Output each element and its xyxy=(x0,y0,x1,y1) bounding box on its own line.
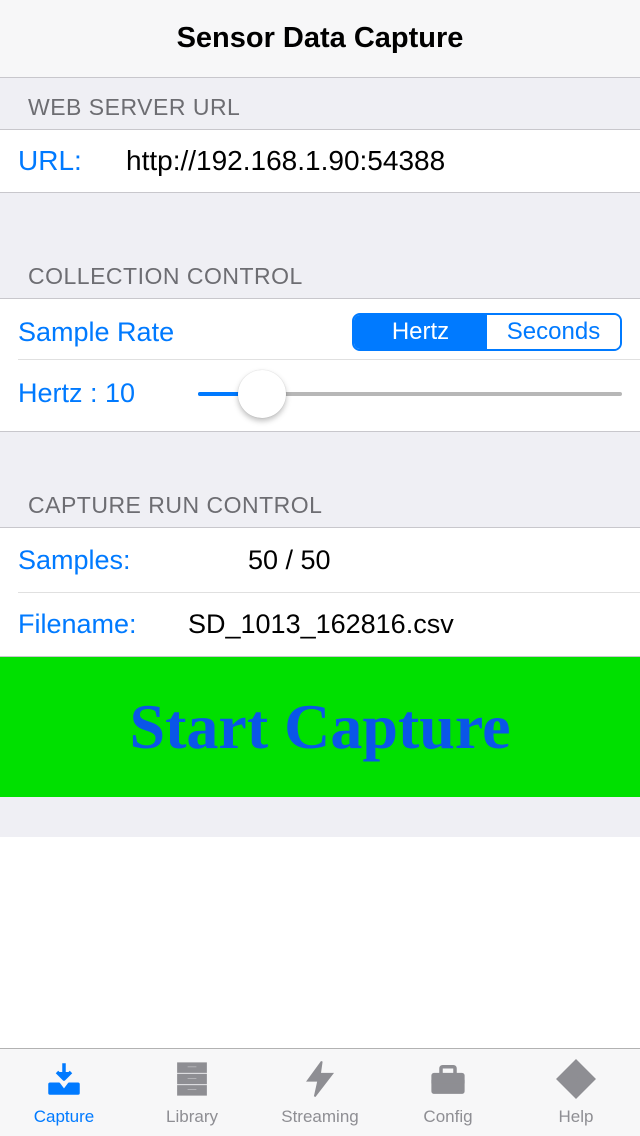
tab-label: Help xyxy=(559,1107,594,1127)
samples-value: 50 / 50 xyxy=(248,545,331,576)
section-header-web: WEB SERVER URL xyxy=(0,78,640,129)
archive-drawers-icon xyxy=(171,1058,213,1105)
tab-label: Streaming xyxy=(281,1107,358,1127)
inbox-download-icon xyxy=(43,1058,85,1105)
tab-capture[interactable]: Capture xyxy=(0,1049,128,1136)
collection-group: Sample Rate Hertz Seconds Hertz : 10 xyxy=(0,298,640,432)
page-title: Sensor Data Capture xyxy=(177,22,464,55)
capture-group: Samples: 50 / 50 Filename: SD_1013_16281… xyxy=(0,527,640,657)
svg-text:?: ? xyxy=(570,1068,583,1091)
question-diamond-icon: ? xyxy=(555,1058,597,1105)
tab-library[interactable]: Library xyxy=(128,1049,256,1136)
url-value: http://192.168.1.90:54388 xyxy=(126,145,445,177)
tab-label: Library xyxy=(166,1107,218,1127)
unit-segmented-control[interactable]: Hertz Seconds xyxy=(352,313,622,351)
rate-slider[interactable] xyxy=(198,374,622,414)
toolbox-icon xyxy=(427,1058,469,1105)
tab-bar: Capture Library Streaming Config ? Help xyxy=(0,1048,640,1136)
url-label: URL: xyxy=(18,145,126,177)
tab-help[interactable]: ? Help xyxy=(512,1049,640,1136)
samples-label: Samples: xyxy=(18,545,248,576)
filename-label: Filename: xyxy=(18,609,188,640)
section-header-collection: COLLECTION CONTROL xyxy=(0,193,640,298)
blank-area xyxy=(0,837,640,1048)
start-capture-button[interactable]: Start Capture xyxy=(0,657,640,797)
hertz-value-label: Hertz : 10 xyxy=(18,378,168,409)
slider-thumb[interactable] xyxy=(238,370,286,418)
filename-value: SD_1013_162816.csv xyxy=(188,609,454,640)
segment-seconds[interactable]: Seconds xyxy=(487,315,620,349)
main-content: WEB SERVER URL URL: http://192.168.1.90:… xyxy=(0,78,640,1048)
tab-config[interactable]: Config xyxy=(384,1049,512,1136)
navigation-bar: Sensor Data Capture xyxy=(0,0,640,78)
url-row: URL: http://192.168.1.90:54388 xyxy=(0,129,640,193)
tab-label: Capture xyxy=(34,1107,94,1127)
tab-streaming[interactable]: Streaming xyxy=(256,1049,384,1136)
lightning-bolt-icon xyxy=(299,1058,341,1105)
section-header-capture: CAPTURE RUN CONTROL xyxy=(0,432,640,527)
tab-label: Config xyxy=(423,1107,472,1127)
segment-hertz[interactable]: Hertz xyxy=(354,315,487,349)
sample-rate-label: Sample Rate xyxy=(18,317,174,348)
